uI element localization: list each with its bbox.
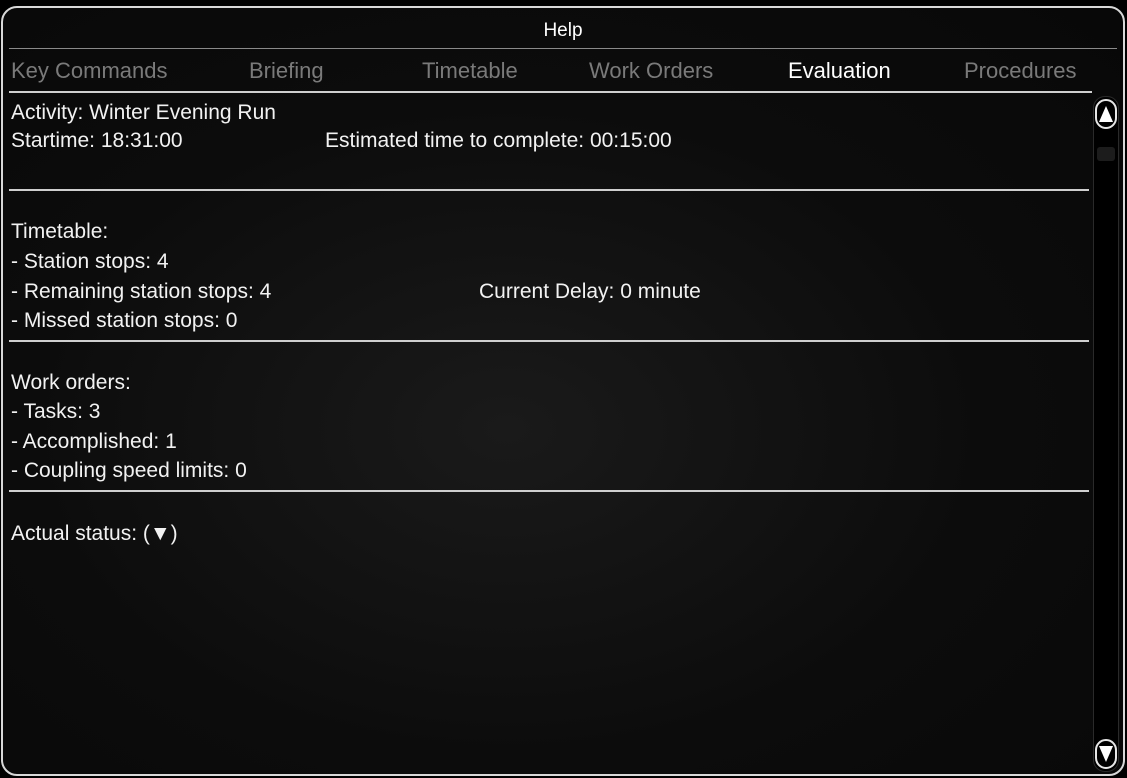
work-orders-heading: Work orders: [11, 371, 131, 394]
work-order-tasks: - Tasks: 3 [11, 400, 101, 423]
remaining-station-stops: - Remaining station stops: 4 [11, 280, 272, 303]
title-divider [9, 48, 1117, 49]
tab-timetable[interactable]: Timetable [422, 58, 518, 84]
tab-evaluation[interactable]: Evaluation [788, 58, 891, 84]
section-divider [9, 340, 1089, 342]
window-title: Help [543, 20, 583, 41]
current-delay: Current Delay: 0 minute [479, 280, 701, 303]
evaluation-panel: Activity: Winter Evening Run Startime: 1… [9, 94, 1089, 774]
work-orders-accomplished: - Accomplished: 1 [11, 430, 177, 453]
timetable-heading: Timetable: [11, 220, 109, 243]
section-divider [9, 189, 1089, 191]
section-divider [9, 490, 1089, 492]
missed-station-stops: - Missed station stops: 0 [11, 309, 238, 332]
coupling-speed-limits: - Coupling speed limits: 0 [11, 459, 247, 482]
tab-work-orders[interactable]: Work Orders [589, 58, 713, 84]
help-window: Help Key Commands Briefing Timetable Wor… [1, 6, 1125, 776]
activity-name: Activity: Winter Evening Run [11, 101, 276, 124]
vertical-scrollbar[interactable] [1093, 96, 1119, 772]
tab-key-commands[interactable]: Key Commands [11, 58, 168, 84]
tabs-divider [9, 91, 1092, 93]
arrow-up-icon [1099, 106, 1113, 122]
start-time: Startime: 18:31:00 [11, 129, 183, 152]
tab-procedures[interactable]: Procedures [964, 58, 1077, 84]
arrow-down-icon [1099, 746, 1113, 762]
scroll-thumb[interactable] [1097, 147, 1115, 161]
scroll-down-button[interactable] [1095, 739, 1117, 769]
estimated-time: Estimated time to complete: 00:15:00 [325, 129, 672, 152]
tab-briefing[interactable]: Briefing [249, 58, 324, 84]
actual-status: Actual status: (▼) [11, 522, 178, 545]
tab-bar: Key Commands Briefing Timetable Work Ord… [3, 58, 1123, 92]
station-stops: - Station stops: 4 [11, 250, 169, 273]
scroll-up-button[interactable] [1095, 99, 1117, 129]
